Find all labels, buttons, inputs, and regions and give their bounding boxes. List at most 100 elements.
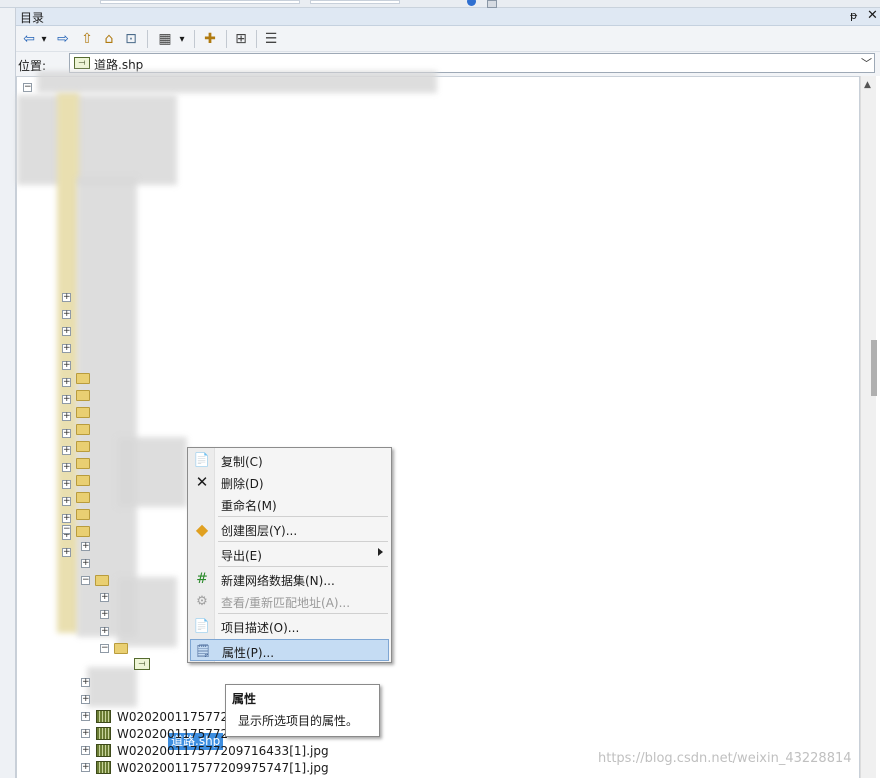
expand-toggle[interactable]: + xyxy=(81,729,90,738)
expand-toggle[interactable]: + xyxy=(81,763,90,772)
expand-toggle[interactable]: + xyxy=(81,746,90,755)
top-field-1 xyxy=(100,0,300,4)
expand-toggle[interactable]: + xyxy=(81,559,90,568)
folder-icon xyxy=(76,390,90,401)
top-strip xyxy=(0,0,880,8)
menu-item-export[interactable]: 导出(E) xyxy=(190,543,389,565)
menu-item-rename[interactable]: 重命名(M) xyxy=(190,493,389,515)
watermark: https://blog.csdn.net/weixin_43228814 xyxy=(598,751,852,766)
layer-icon: ◆ xyxy=(195,519,209,539)
folder-icon xyxy=(76,441,90,452)
toolbar-separator xyxy=(226,30,227,48)
collapse-toggle[interactable]: − xyxy=(62,525,71,534)
expand-toggle[interactable]: + xyxy=(62,446,71,455)
toolbar-separator xyxy=(147,30,148,48)
expand-toggle[interactable]: + xyxy=(62,293,71,302)
raster-icon xyxy=(96,761,111,774)
menu-item-new-network-dataset[interactable]: # 新建网络数据集(N)... xyxy=(190,568,389,590)
expand-toggle[interactable]: + xyxy=(62,310,71,319)
vertical-scrollbar[interactable]: ▲ xyxy=(860,76,877,778)
view-dropdown-icon[interactable]: ▾ xyxy=(177,30,187,48)
close-icon[interactable]: ✕ xyxy=(867,8,878,23)
description-icon: 📄 xyxy=(193,618,211,634)
left-dock-strip xyxy=(0,8,16,778)
folder-icon xyxy=(76,526,90,537)
location-combobox[interactable]: ⟞ 道路.shp ﹀ xyxy=(69,53,875,73)
shapefile-icon: ⟞ xyxy=(134,658,150,670)
tree-item-raster[interactable]: W020200117577209716433[1].jpg xyxy=(117,743,329,759)
menu-separator xyxy=(218,566,388,567)
raster-icon xyxy=(96,710,111,723)
tree-view-icon[interactable]: ⊞ xyxy=(232,30,250,48)
expand-toggle[interactable]: + xyxy=(62,463,71,472)
expand-toggle[interactable]: + xyxy=(62,361,71,370)
menu-item-create-layer[interactable]: ◆ 创建图层(Y)... xyxy=(190,518,389,540)
menu-item-rematch-addresses: ⚙ 查看/重新匹配地址(A)... xyxy=(190,590,389,612)
new-folder-icon[interactable]: ✚ xyxy=(201,30,219,48)
menu-item-copy[interactable]: 📄 复制(C) xyxy=(190,449,389,471)
submenu-arrow-icon xyxy=(378,548,383,556)
expand-toggle[interactable]: + xyxy=(62,344,71,353)
expand-toggle[interactable]: + xyxy=(62,412,71,421)
address-icon: ⚙ xyxy=(196,593,208,609)
collapse-toggle[interactable]: − xyxy=(23,83,32,92)
connect-folder-icon[interactable]: ⊡ xyxy=(122,30,140,48)
menu-item-item-description[interactable]: 📄 项目描述(O)... xyxy=(190,615,389,637)
chevron-down-icon[interactable]: ﹀ xyxy=(861,55,872,71)
expand-toggle[interactable]: + xyxy=(62,378,71,387)
redacted-region xyxy=(17,95,177,185)
toolbar-separator xyxy=(256,30,257,48)
catalog-toolbar: ⇦ ▾ ⇨ ⇧ ⌂ ⊡ ▦ ▾ ✚ ⊞ ☰ xyxy=(16,26,880,52)
expand-toggle[interactable]: + xyxy=(81,678,90,687)
menu-separator xyxy=(218,516,388,517)
tooltip: 属性 显示所选项目的属性。 xyxy=(225,684,380,737)
expand-toggle[interactable]: + xyxy=(62,429,71,438)
expand-toggle[interactable]: + xyxy=(62,497,71,506)
raster-icon xyxy=(96,727,111,740)
pin-icon[interactable]: ᵽ xyxy=(850,9,857,22)
context-menu: 📄 复制(C) ✕ 删除(D) 重命名(M) ◆ 创建图层(Y)... 导出(E… xyxy=(187,447,392,663)
tooltip-description: 显示所选项目的属性。 xyxy=(238,714,359,728)
home-icon[interactable]: ⌂ xyxy=(100,30,118,48)
details-icon[interactable]: ☰ xyxy=(262,30,280,48)
delete-icon: ✕ xyxy=(195,473,209,491)
back-icon[interactable]: ⇦ xyxy=(20,30,38,48)
menu-separator xyxy=(218,541,388,542)
menu-item-delete[interactable]: ✕ 删除(D) xyxy=(190,471,389,493)
expand-toggle[interactable]: + xyxy=(100,610,109,619)
expand-toggle[interactable]: + xyxy=(62,514,71,523)
top-dropdown-button[interactable] xyxy=(487,0,497,8)
collapse-toggle[interactable]: − xyxy=(81,576,90,585)
copy-icon: 📄 xyxy=(193,452,211,468)
folder-icon xyxy=(76,475,90,486)
folder-icon xyxy=(76,509,90,520)
tree-item-raster[interactable]: W0202001175772 xyxy=(117,726,228,742)
expand-toggle[interactable]: + xyxy=(62,327,71,336)
scrollbar-thumb[interactable] xyxy=(871,340,877,396)
panel-title: 目录 xyxy=(20,11,45,25)
menu-item-properties[interactable]: 🗒 属性(P)... xyxy=(190,639,389,661)
tooltip-title: 属性 xyxy=(232,692,257,706)
tree-item-raster[interactable]: W020200117577209975747[1].jpg xyxy=(117,760,329,776)
expand-toggle[interactable]: + xyxy=(81,695,90,704)
folder-icon xyxy=(95,575,109,586)
view-grid-icon[interactable]: ▦ xyxy=(156,30,174,48)
folder-icon xyxy=(76,407,90,418)
expand-toggle[interactable]: + xyxy=(81,712,90,721)
collapse-toggle[interactable]: − xyxy=(100,644,109,653)
expand-toggle[interactable]: + xyxy=(81,542,90,551)
expand-toggle[interactable]: + xyxy=(62,548,71,557)
expand-toggle[interactable]: + xyxy=(100,627,109,636)
forward-icon[interactable]: ⇨ xyxy=(54,30,72,48)
folder-icon xyxy=(76,492,90,503)
catalog-tree[interactable]: − + + + + + + + + + + + + + + + + − + + … xyxy=(16,71,860,778)
back-dropdown-icon[interactable]: ▾ xyxy=(39,30,49,48)
expand-toggle[interactable]: + xyxy=(100,593,109,602)
expand-toggle[interactable]: + xyxy=(62,395,71,404)
menu-separator xyxy=(218,613,388,614)
expand-toggle[interactable]: + xyxy=(62,480,71,489)
catalog-title-bar: 目录 ᵽ ✕ xyxy=(16,8,880,26)
up-one-level-icon[interactable]: ⇧ xyxy=(78,30,96,48)
scroll-up-icon[interactable]: ▲ xyxy=(864,80,871,90)
top-blue-dot-icon xyxy=(467,0,476,6)
